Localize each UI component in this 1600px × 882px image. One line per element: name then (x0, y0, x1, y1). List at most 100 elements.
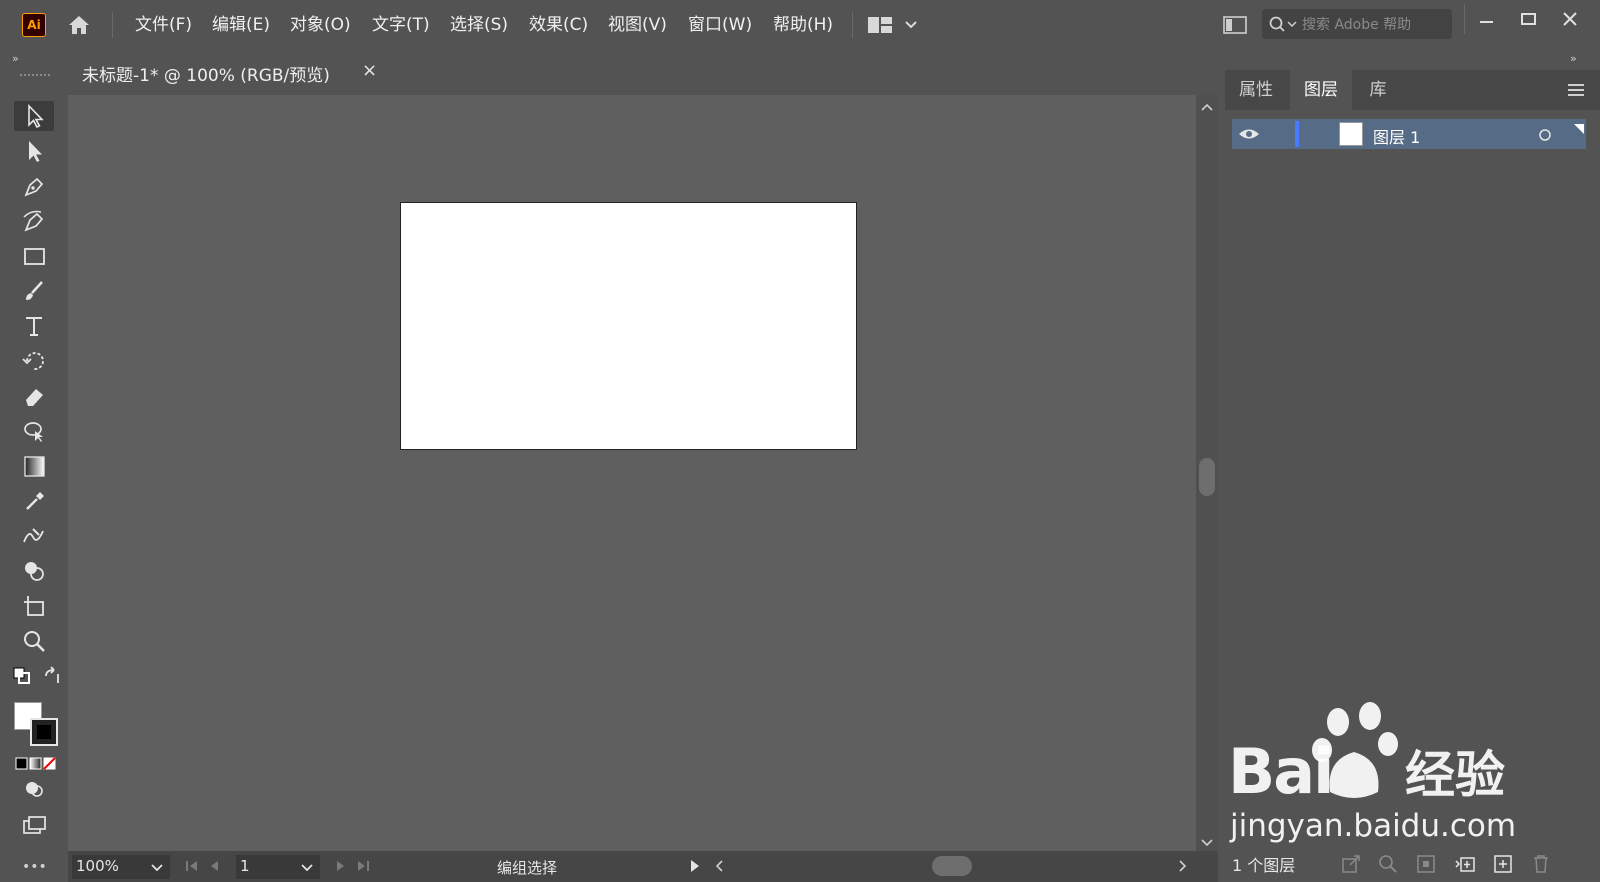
pen-icon (24, 177, 44, 197)
pen-tool[interactable] (14, 171, 54, 201)
zoom-dropdown-icon[interactable] (150, 860, 164, 874)
restore-icon (1521, 13, 1536, 25)
layer-color-indicator (1295, 121, 1299, 147)
color-mode-buttons[interactable] (14, 756, 58, 770)
horizontal-scroll-thumb[interactable] (932, 856, 972, 876)
tab-layers[interactable]: 图层 (1290, 70, 1352, 110)
artboard-number-value: 1 (240, 857, 250, 875)
artboard-nav-back-icons[interactable] (184, 858, 228, 874)
menu-type[interactable]: 文字(T) (372, 13, 430, 37)
target-circle-icon[interactable] (1538, 127, 1552, 141)
rotate-tool[interactable] (14, 346, 54, 376)
document-tab-title: 未标题-1* @ 100% (RGB/预览) (82, 66, 330, 86)
menu-divider (852, 12, 853, 38)
more-tools-icon[interactable]: ••• (22, 860, 50, 874)
close-document-icon[interactable]: × (362, 60, 377, 81)
eyedropper-icon (26, 492, 44, 510)
scroll-down-icon[interactable] (1200, 834, 1214, 847)
artboard-tool[interactable] (14, 591, 54, 621)
vertical-scroll-thumb[interactable] (1199, 458, 1215, 496)
maximize-button[interactable] (1510, 6, 1546, 34)
workspace-layout-icon (868, 17, 917, 33)
tab-libraries[interactable]: 库 (1356, 70, 1400, 110)
draw-mode-tool[interactable] (14, 774, 54, 804)
artboard-icon (24, 596, 44, 616)
app-logo: Ai (22, 13, 46, 37)
direct-selection-tool[interactable] (14, 136, 54, 166)
menu-edit[interactable]: 编辑(E) (212, 13, 270, 37)
menu-select[interactable]: 选择(S) (450, 13, 508, 37)
scroll-left-icon[interactable] (712, 858, 726, 874)
eyedropper-tool[interactable] (14, 486, 54, 516)
gradient-tool[interactable] (14, 451, 54, 481)
tab-properties[interactable]: 属性 (1226, 70, 1286, 110)
eraser-tool[interactable] (14, 381, 54, 411)
panel-menu-icon[interactable] (1566, 82, 1586, 98)
selected-art-indicator-icon (1574, 119, 1584, 134)
close-window-button[interactable] (1552, 6, 1588, 34)
menu-object[interactable]: 对象(O) (290, 13, 351, 37)
artboard-dropdown-icon[interactable] (300, 860, 314, 874)
scroll-right-icon[interactable] (1176, 858, 1190, 874)
selection-tool[interactable] (14, 101, 54, 131)
status-menu-icon[interactable] (688, 858, 702, 874)
locate-object-icon[interactable] (1377, 853, 1399, 875)
scroll-up-icon[interactable] (1200, 98, 1214, 111)
layer-name[interactable]: 图层 1 (1373, 124, 1420, 148)
menu-divider (1464, 4, 1465, 34)
menu-effect[interactable]: 效果(C) (529, 13, 588, 37)
collapse-panel-icon[interactable]: » (1570, 52, 1590, 66)
stroke-swatch[interactable] (30, 718, 58, 746)
rectangle-tool[interactable] (14, 241, 54, 271)
curvature-tool[interactable] (14, 206, 54, 236)
gradient-icon (24, 456, 45, 477)
delete-layer-icon[interactable] (1530, 853, 1552, 875)
collapse-toolbar-icon[interactable]: » (12, 52, 32, 66)
search-placeholder: 搜索 Adobe 帮助 (1302, 17, 1412, 33)
shape-builder-icon (25, 562, 44, 581)
puppet-warp-icon (24, 422, 43, 442)
lasso-tool[interactable] (14, 416, 54, 446)
menu-file[interactable]: 文件(F) (135, 13, 192, 37)
close-icon (1563, 12, 1577, 26)
watermark-suffix: 经验 (1405, 746, 1505, 804)
zoom-icon (24, 631, 45, 652)
rotate-icon (22, 352, 44, 370)
artboard[interactable] (400, 202, 857, 450)
create-new-layer-icon[interactable] (1492, 853, 1514, 875)
direct-selection-arrow-icon (29, 141, 42, 162)
screen-mode-icon (23, 816, 46, 834)
menu-help[interactable]: 帮助(H) (773, 13, 833, 37)
home-icon[interactable] (66, 12, 92, 38)
watermark-brand: Bai (1228, 735, 1334, 808)
export-icon[interactable] (1340, 853, 1362, 875)
layer-thumbnail (1339, 122, 1363, 146)
toolbar-grip[interactable] (20, 74, 50, 80)
status-mode-label: 编组选择 (497, 859, 558, 877)
menu-window[interactable]: 窗口(W) (688, 13, 752, 37)
paintbrush-tool[interactable] (14, 276, 54, 306)
menu-view[interactable]: 视图(V) (608, 13, 667, 37)
make-clipping-mask-icon[interactable] (1415, 853, 1437, 875)
swap-fill-stroke-icon[interactable] (42, 666, 62, 686)
search-icon (1268, 14, 1300, 34)
workspace-switcher[interactable] (866, 12, 930, 38)
minimize-icon (1480, 21, 1493, 23)
screen-mode-tool[interactable] (14, 810, 54, 840)
blend-tool[interactable] (14, 521, 54, 551)
shape-builder-tool[interactable] (14, 556, 54, 586)
rectangle-icon (24, 248, 45, 265)
create-sublayer-icon[interactable] (1454, 853, 1476, 875)
menu-divider (112, 12, 113, 38)
minimize-button[interactable] (1468, 6, 1504, 34)
curvature-pen-icon (23, 210, 44, 232)
artboard-nav-forward-icons[interactable] (334, 858, 378, 874)
type-tool[interactable] (14, 311, 54, 341)
default-fill-stroke-icon[interactable] (12, 666, 32, 686)
arrange-documents-icon[interactable] (1222, 14, 1248, 36)
zoom-level-value: 100% (76, 857, 119, 875)
watermark-url: jingyan.baidu.com (1230, 808, 1517, 844)
zoom-tool[interactable] (14, 626, 54, 656)
eye-icon[interactable] (1238, 126, 1260, 142)
paintbrush-icon (26, 281, 43, 300)
